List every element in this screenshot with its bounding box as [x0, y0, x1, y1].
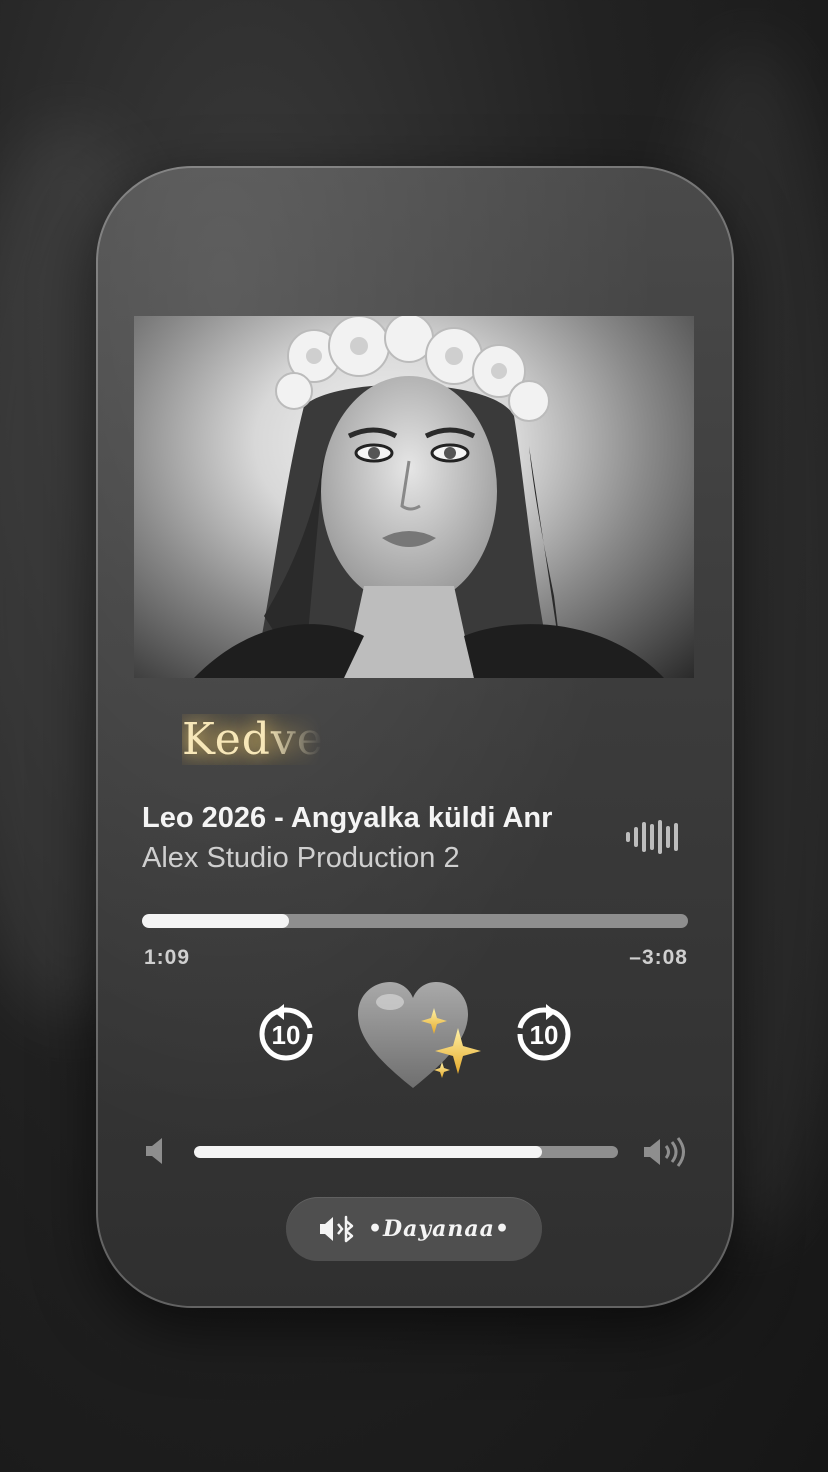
playback-progress-fill	[142, 914, 290, 928]
grey-heart-sparkles-icon[interactable]	[358, 978, 488, 1098]
elapsed-time: 1:09	[144, 946, 191, 969]
track-title[interactable]: Leo 2026 - Angyalka küldi Anr	[142, 802, 600, 835]
speaker-bluetooth-icon	[320, 1215, 354, 1243]
skip-back-10-button[interactable]: 10	[254, 1002, 318, 1066]
volume-slider[interactable]	[194, 1146, 618, 1158]
album-artwork	[134, 316, 694, 678]
output-device-button[interactable]: •Dayanaa•	[286, 1197, 542, 1261]
track-artist[interactable]: Alex Studio Production 2	[142, 842, 460, 875]
volume-high-icon	[644, 1137, 685, 1167]
now-playing-card: Kedve Leo 2026 - Angyalka küldi Anr Alex…	[96, 166, 734, 1308]
skip-forward-10-button[interactable]: 10	[512, 1002, 576, 1066]
skip-back-seconds: 10	[271, 1020, 301, 1050]
output-device-name: •Dayanaa•	[368, 1216, 510, 1242]
lyrics-preview: Kedve	[182, 714, 322, 765]
remaining-time: –3:08	[629, 946, 688, 969]
volume-slider-fill	[194, 1146, 542, 1158]
audio-waveform-icon[interactable]	[626, 820, 678, 854]
volume-low-icon	[146, 1138, 162, 1164]
playback-progress-bar[interactable]	[142, 914, 688, 928]
skip-forward-seconds: 10	[529, 1020, 559, 1050]
